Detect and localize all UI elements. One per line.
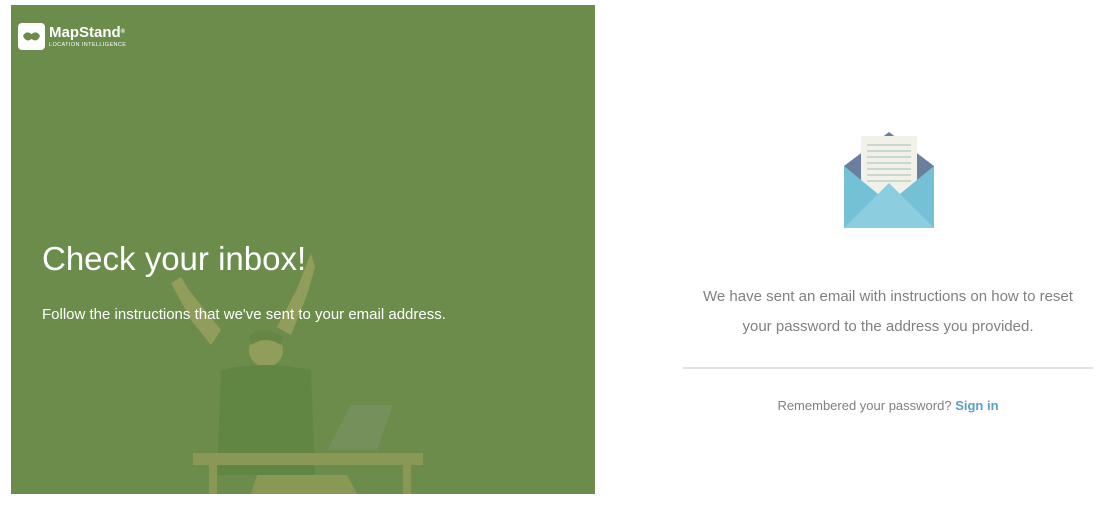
brand-tagline: LOCATION INTELLIGENCE: [49, 42, 127, 48]
open-envelope-icon: [844, 132, 934, 228]
message-line-1: We have sent an email with instructions …: [703, 288, 1073, 305]
divider: [683, 367, 1093, 369]
brand-logo: MapStand® LOCATION INTELLIGENCE: [18, 23, 126, 50]
sign-in-link[interactable]: Sign in: [955, 398, 998, 413]
mapstand-logo-icon: [18, 23, 45, 50]
page-title: Check your inbox!: [42, 240, 307, 277]
message-line-2: your password to the address you provide…: [742, 318, 1034, 335]
right-panel: We have sent an email with instructions …: [595, 0, 1116, 512]
remembered-password-text: Remembered your password?: [777, 398, 952, 413]
brand-name: MapStand®: [49, 24, 126, 41]
left-panel: MapStand® LOCATION INTELLIGENCE Check yo…: [11, 5, 595, 494]
page-subtitle: Follow the instructions that we've sent …: [42, 306, 446, 323]
reset-email-message: We have sent an email with instructions …: [683, 282, 1093, 342]
remembered-password-row: Remembered your password? Sign in: [683, 396, 1093, 416]
trademark-symbol: ®: [120, 29, 126, 35]
